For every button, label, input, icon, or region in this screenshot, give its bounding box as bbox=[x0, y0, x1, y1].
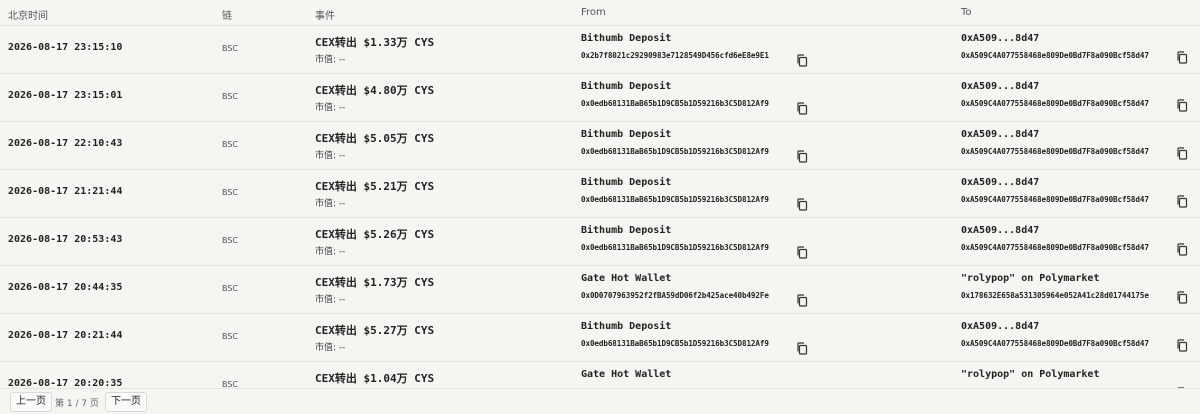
copy-icon[interactable] bbox=[1176, 51, 1188, 64]
row-to-label: "rolypop" on Polymarket bbox=[961, 273, 1100, 284]
row-from-label: Bithumb Deposit bbox=[581, 129, 672, 140]
table-row: 2026-08-17 20:53:43 BSC CEX转出 $5.26万 CYS 市值… bbox=[0, 218, 1200, 266]
copy-icon[interactable] bbox=[1176, 147, 1188, 160]
prev-page-button[interactable]: 上一页 bbox=[10, 392, 52, 412]
row-from-address: 0x0edb68131BaB65b1D9CB5b1D59216b3C5D812A… bbox=[581, 147, 769, 156]
row-to-address: 0xA509C4A077558468e809De0Bd7F8a090Bcf58d… bbox=[961, 99, 1149, 108]
row-market-cap: 市值: -- bbox=[315, 199, 346, 209]
row-chain: BSC bbox=[222, 332, 239, 341]
row-from-label: Bithumb Deposit bbox=[581, 177, 672, 188]
row-from-address: 0x0edb68131BaB65b1D9CB5b1D59216b3C5D812A… bbox=[581, 339, 769, 348]
row-to-address: 0xA509C4A077558468e809De0Bd7F8a090Bcf58d… bbox=[961, 51, 1149, 60]
table-row: 2026-08-17 23:15:10 BSC CEX转出 $1.33万 CYS 市值… bbox=[0, 26, 1200, 74]
copy-icon[interactable] bbox=[796, 198, 808, 211]
row-from-label: Bithumb Deposit bbox=[581, 225, 672, 236]
column-header-from: From bbox=[581, 7, 606, 18]
copy-icon[interactable] bbox=[796, 294, 808, 307]
row-time: 2026-08-17 21:21:44 bbox=[8, 186, 123, 197]
row-market-cap: 市值: -- bbox=[315, 343, 346, 353]
copy-icon[interactable] bbox=[796, 102, 808, 115]
row-time: 2026-08-17 20:21:44 bbox=[8, 330, 123, 341]
copy-icon[interactable] bbox=[1176, 291, 1188, 304]
table-row: 2026-08-17 20:20:35 BSC CEX转出 $1.04万 CYS Ga… bbox=[0, 362, 1200, 388]
row-market-cap: 市值: -- bbox=[315, 151, 346, 161]
row-chain: BSC bbox=[222, 236, 239, 245]
table-row: 2026-08-17 20:44:35 BSC CEX转出 $1.73万 CYS 市值… bbox=[0, 266, 1200, 314]
row-to-address: 0xA509C4A077558468e809De0Bd7F8a090Bcf58d… bbox=[961, 195, 1149, 204]
row-to-address: 0xA509C4A077558468e809De0Bd7F8a090Bcf58d… bbox=[961, 243, 1149, 252]
row-to-label: 0xA509...8d47 bbox=[961, 129, 1040, 140]
table-row: 2026-08-17 22:10:43 BSC CEX转出 $5.05万 CYS 市值… bbox=[0, 122, 1200, 170]
row-market-cap: 市值: -- bbox=[315, 55, 346, 65]
column-header-chain: 链 bbox=[222, 11, 232, 22]
row-to-label: 0xA509...8d47 bbox=[961, 225, 1040, 236]
transfer-table-body: 2026-08-17 23:15:10 BSC CEX转出 $1.33万 CYS 市值… bbox=[0, 26, 1200, 388]
copy-icon[interactable] bbox=[1176, 99, 1188, 112]
copy-icon[interactable] bbox=[1176, 243, 1188, 256]
row-from-label: Bithumb Deposit bbox=[581, 81, 672, 92]
copy-icon[interactable] bbox=[1176, 195, 1188, 208]
copy-icon[interactable] bbox=[1176, 339, 1188, 352]
table-row: 2026-08-17 20:21:44 BSC CEX转出 $5.27万 CYS 市值… bbox=[0, 314, 1200, 362]
row-event: CEX转出 $1.33万 CYS bbox=[315, 36, 435, 49]
row-from-label: Bithumb Deposit bbox=[581, 321, 672, 332]
copy-icon[interactable] bbox=[796, 246, 808, 259]
row-event: CEX转出 $1.04万 CYS bbox=[315, 372, 435, 385]
copy-icon[interactable] bbox=[796, 54, 808, 67]
row-event: CEX转出 $1.73万 CYS bbox=[315, 276, 435, 289]
row-to-label: 0xA509...8d47 bbox=[961, 321, 1040, 332]
row-event: CEX转出 $5.21万 CYS bbox=[315, 180, 435, 193]
row-time: 2026-08-17 20:20:35 bbox=[8, 378, 123, 388]
row-chain: BSC bbox=[222, 92, 239, 101]
row-from-address: 0x0edb68131BaB65b1D9CB5b1D59216b3C5D812A… bbox=[581, 195, 769, 204]
row-time: 2026-08-17 22:10:43 bbox=[8, 138, 123, 149]
column-header-time: 北京时间 bbox=[8, 11, 48, 22]
next-page-button[interactable]: 下一页 bbox=[105, 392, 147, 412]
table-row: 2026-08-17 23:15:01 BSC CEX转出 $4.80万 CYS 市值… bbox=[0, 74, 1200, 122]
copy-icon[interactable] bbox=[796, 342, 808, 355]
row-market-cap: 市值: -- bbox=[315, 295, 346, 305]
row-to-label: 0xA509...8d47 bbox=[961, 177, 1040, 188]
pagination-bar: 上一页 第 1 / 7 页 下一页 bbox=[0, 388, 1200, 414]
row-event: CEX转出 $5.05万 CYS bbox=[315, 132, 435, 145]
row-event: CEX转出 $5.27万 CYS bbox=[315, 324, 435, 337]
copy-icon[interactable] bbox=[796, 150, 808, 163]
column-header-to: To bbox=[961, 7, 972, 18]
row-market-cap: 市值: -- bbox=[315, 247, 346, 257]
row-chain: BSC bbox=[222, 188, 239, 197]
row-from-label: Bithumb Deposit bbox=[581, 33, 672, 44]
page-indicator: 第 1 / 7 页 bbox=[55, 399, 99, 409]
row-event: CEX转出 $4.80万 CYS bbox=[315, 84, 435, 97]
row-from-label: Gate Hot Wallet bbox=[581, 273, 672, 284]
row-time: 2026-08-17 23:15:01 bbox=[8, 90, 123, 101]
table-header: 北京时间 链 事件 From To bbox=[0, 0, 1200, 26]
row-to-label: "rolypop" on Polymarket bbox=[961, 369, 1100, 380]
row-event: CEX转出 $5.26万 CYS bbox=[315, 228, 435, 241]
row-from-label: Gate Hot Wallet bbox=[581, 369, 672, 380]
row-from-address: 0x2b7f8021c29290983e7128549D456cfd6eE8e9… bbox=[581, 51, 769, 60]
row-from-address: 0x0edb68131BaB65b1D9CB5b1D59216b3C5D812A… bbox=[581, 99, 769, 108]
row-chain: BSC bbox=[222, 380, 239, 388]
row-to-label: 0xA509...8d47 bbox=[961, 81, 1040, 92]
row-time: 2026-08-17 20:53:43 bbox=[8, 234, 123, 245]
row-to-address: 0xA509C4A077558468e809De0Bd7F8a090Bcf58d… bbox=[961, 147, 1149, 156]
row-time: 2026-08-17 23:15:10 bbox=[8, 42, 123, 53]
row-to-address: 0xA509C4A077558468e809De0Bd7F8a090Bcf58d… bbox=[961, 339, 1149, 348]
column-header-event: 事件 bbox=[315, 11, 335, 22]
row-from-address: 0x0D0707963952f2fBA59dD06f2b425ace40b492… bbox=[581, 291, 769, 300]
row-to-label: 0xA509...8d47 bbox=[961, 33, 1040, 44]
row-chain: BSC bbox=[222, 44, 239, 53]
row-chain: BSC bbox=[222, 140, 239, 149]
row-from-address: 0x0edb68131BaB65b1D9CB5b1D59216b3C5D812A… bbox=[581, 243, 769, 252]
table-row: 2026-08-17 21:21:44 BSC CEX转出 $5.21万 CYS 市值… bbox=[0, 170, 1200, 218]
row-to-address: 0x178632E658a531305964e052A41c28d0174417… bbox=[961, 291, 1149, 300]
row-market-cap: 市值: -- bbox=[315, 103, 346, 113]
row-time: 2026-08-17 20:44:35 bbox=[8, 282, 123, 293]
row-chain: BSC bbox=[222, 284, 239, 293]
